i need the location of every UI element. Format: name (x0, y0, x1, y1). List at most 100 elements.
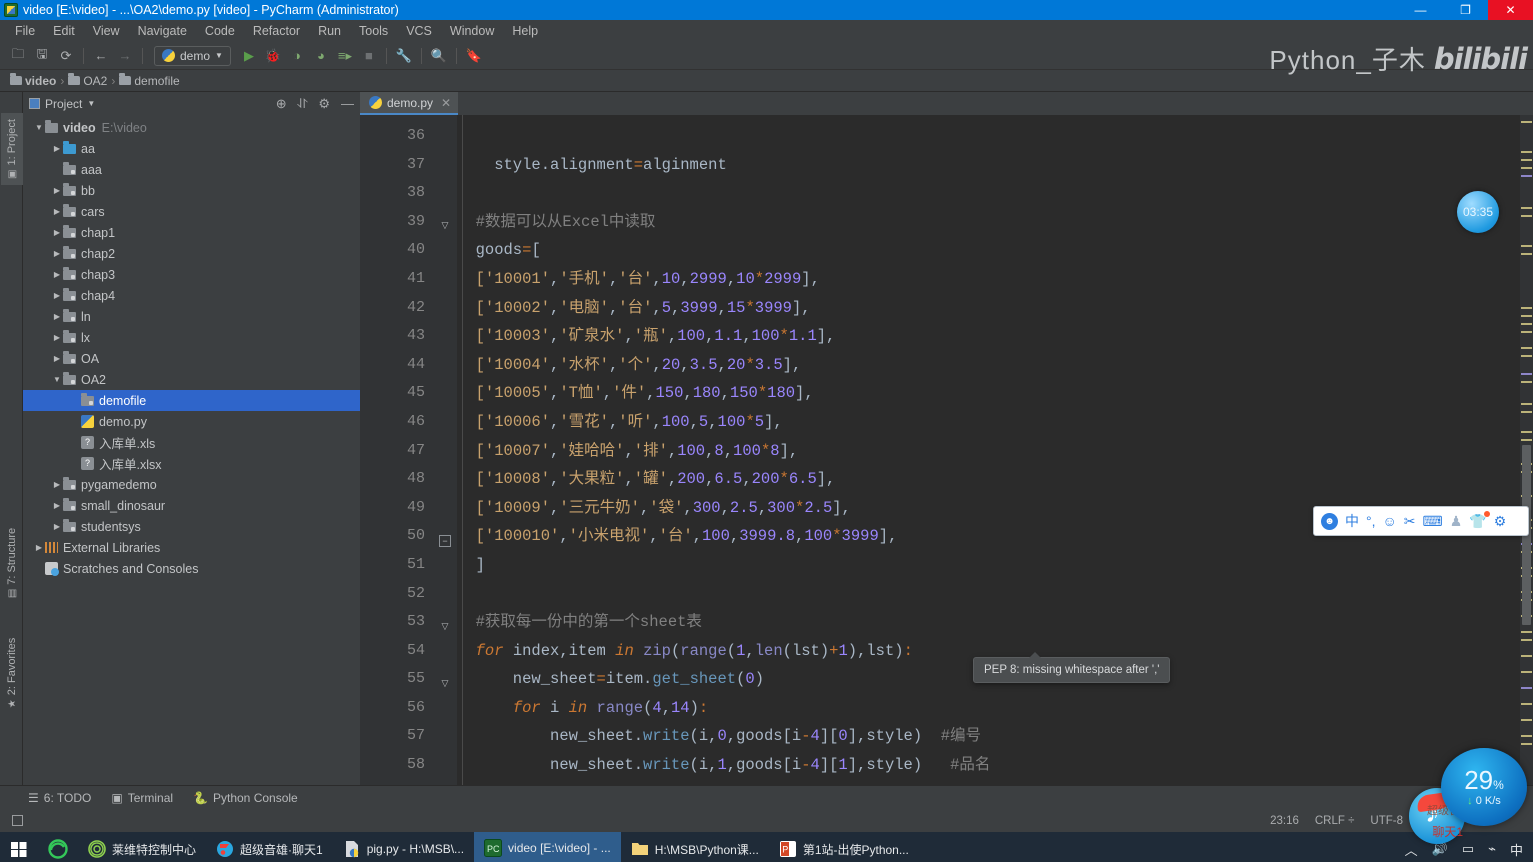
tool-window-python-console[interactable]: 🐍 Python Console (193, 791, 298, 805)
breadcrumb-item-oa2[interactable]: OA2 (68, 72, 107, 88)
tree-item-chap3[interactable]: ▶ chap3 (23, 264, 360, 285)
code-content[interactable]: style.alignment=alginment #数据可以从Excel中读取… (457, 115, 1520, 785)
run-icon[interactable]: ▶ (237, 45, 261, 67)
code-line[interactable]: ['10006','雪花','听',100,5,100*5], (457, 408, 1520, 437)
hide-icon[interactable]: — (341, 96, 354, 112)
locate-icon[interactable]: ⊕ (276, 96, 287, 112)
menu-item-refactor[interactable]: Refactor (244, 22, 309, 40)
menu-item-navigate[interactable]: Navigate (129, 22, 196, 40)
tree-item-oa[interactable]: ▶ OA (23, 348, 360, 369)
code-line[interactable]: new_sheet.write(i,1,goods[i-4][1],style)… (457, 751, 1520, 780)
code-line[interactable]: #数据可以从Excel中读取 (457, 208, 1520, 237)
taskbar-item-pycharm[interactable]: PC video [E:\video] - ... (474, 832, 621, 862)
code-line[interactable]: goods=[ (457, 236, 1520, 265)
menu-item-run[interactable]: Run (309, 22, 350, 40)
status-line-separator[interactable]: CRLF ÷ (1315, 815, 1355, 827)
project-tree[interactable]: ▼ video E:\video ▶ aa aaa ▶ bb ▶ cars ▶ chap1 ▶ chap… (23, 115, 360, 785)
taskbar-item-lewitt[interactable]: 莱维特控制中心 (78, 832, 206, 862)
chevron-right-icon[interactable]: ▶ (51, 354, 63, 363)
code-line[interactable] (457, 580, 1520, 609)
chevron-right-icon[interactable]: ▶ (51, 228, 63, 237)
chevron-right-icon[interactable]: ▶ (51, 270, 63, 279)
run-coverage-icon[interactable]: ◑ (285, 45, 309, 67)
collapse-all-icon[interactable]: ⥯ (298, 96, 308, 112)
chevron-right-icon[interactable]: ▶ (51, 144, 63, 153)
taskbar-item-music-chat[interactable]: 超级音雄·聊天1 (206, 832, 333, 862)
scissors-icon[interactable]: ✂ (1404, 513, 1416, 530)
keyboard-icon[interactable]: ⌨ (1423, 513, 1443, 530)
sogou-logo-icon[interactable]: ☻ (1321, 512, 1338, 530)
code-line[interactable]: new_sheet.write(i,0,goods[i-4][0],style)… (457, 722, 1520, 751)
forward-arrow-icon[interactable]: → (113, 45, 137, 67)
editor-scrollbar[interactable] (1520, 115, 1533, 785)
sidebar-item-structure[interactable]: ▤ 7: Structure (1, 527, 23, 599)
save-icon[interactable]: 🖫 (30, 45, 54, 67)
tree-item-xlsx[interactable]: ? 入库单.xlsx (23, 453, 360, 474)
chevron-right-icon[interactable]: ▶ (33, 543, 45, 552)
menu-item-edit[interactable]: Edit (44, 22, 84, 40)
close-button[interactable]: ✕ (1488, 0, 1533, 20)
code-line[interactable]: ['10007','娃哈哈','排',100,8,100*8], (457, 437, 1520, 466)
sync-icon[interactable]: ⟳ (54, 45, 78, 67)
tree-item-video[interactable]: ▼ video E:\video (23, 117, 360, 138)
wifi-icon[interactable]: ⌁ (1488, 841, 1496, 857)
run-dashboard-icon[interactable]: ≡▸ (333, 45, 357, 67)
tab-demo-py[interactable]: demo.py ✕ (360, 92, 459, 115)
chevron-down-icon[interactable]: ▼ (87, 99, 95, 108)
code-line[interactable]: #获取每一份中的第一个sheet表 (457, 608, 1520, 637)
tree-item-aaa[interactable]: aaa (23, 159, 360, 180)
code-folding-column[interactable]: ▽ − ▽ ▽ (435, 115, 457, 785)
maximize-button[interactable]: ❐ (1443, 0, 1488, 20)
tree-item-studentsys[interactable]: ▶ studentsys (23, 516, 360, 537)
status-encoding[interactable]: UTF-8 (1370, 815, 1403, 827)
tree-item-smalldinosaur[interactable]: ▶ small_dinosaur (23, 495, 360, 516)
tree-item-xls[interactable]: ? 入库单.xls (23, 432, 360, 453)
chevron-down-icon[interactable]: ▼ (33, 123, 45, 132)
minimize-button[interactable]: — (1398, 0, 1443, 20)
battery-icon[interactable]: ▭ (1462, 841, 1474, 857)
chevron-right-icon[interactable]: ▶ (51, 207, 63, 216)
sidebar-item-favorites[interactable]: ★ 2: Favorites (1, 637, 23, 709)
punctuation-icon[interactable]: °, (1366, 513, 1376, 529)
toggle-bookmark-icon[interactable]: 🔖 (462, 45, 486, 67)
ime-floating-toolbar[interactable]: ☻ 中 °, ☺ ✂ ⌨ ♟ 👕 ⚙ (1313, 506, 1529, 536)
gear-icon[interactable]: ⚙ (1494, 513, 1507, 530)
code-line[interactable]: ['10005','T恤','件',150,180,150*180], (457, 379, 1520, 408)
code-line[interactable] (457, 122, 1520, 151)
chevron-right-icon[interactable]: ▶ (51, 186, 63, 195)
taskbar-item-edge[interactable] (38, 832, 78, 862)
stop-icon[interactable]: ■ (357, 45, 381, 67)
sidebar-item-project[interactable]: ▣ 1: Project (1, 113, 23, 185)
tool-window-todo[interactable]: ☰ 6: TODO (28, 791, 91, 805)
tree-item-lx[interactable]: ▶ lx (23, 327, 360, 348)
tree-item-ln[interactable]: ▶ ln (23, 306, 360, 327)
close-icon[interactable]: ✕ (441, 96, 451, 110)
breadcrumb-item-demofile[interactable]: demofile (119, 72, 180, 88)
code-line[interactable]: ['10002','电脑','台',5,3999,15*3999], (457, 294, 1520, 323)
fold-toggle[interactable]: − (439, 535, 451, 547)
settings-wrench-icon[interactable]: 🔧 (392, 45, 416, 67)
menu-item-window[interactable]: Window (441, 22, 503, 40)
fold-toggle[interactable]: ▽ (439, 678, 451, 690)
open-folder-icon[interactable]: 🗀 (6, 45, 30, 67)
tree-item-chap2[interactable]: ▶ chap2 (23, 243, 360, 264)
code-line[interactable] (457, 179, 1520, 208)
network-monitor-widget[interactable]: 29% ↓ 0 K/s (1441, 748, 1527, 826)
tree-item-cars[interactable]: ▶ cars (23, 201, 360, 222)
taskbar-item-powerpoint[interactable]: P 第1站-出使Python... (769, 832, 919, 862)
chevron-right-icon[interactable]: ▶ (51, 522, 63, 531)
taskbar-item-pig-py[interactable]: pig.py - H:\MSB\... (333, 832, 474, 862)
menu-item-vcs[interactable]: VCS (397, 22, 441, 40)
tool-window-terminal[interactable]: ▣ Terminal (111, 791, 173, 805)
skin-shirt-icon[interactable]: 👕 (1469, 510, 1491, 530)
taskbar-item-folder[interactable]: H:\MSB\Python课... (621, 832, 769, 862)
menu-item-view[interactable]: View (84, 22, 129, 40)
tree-item-chap1[interactable]: ▶ chap1 (23, 222, 360, 243)
chevron-right-icon[interactable]: ▶ (51, 291, 63, 300)
chevron-right-icon[interactable]: ▶ (51, 501, 63, 510)
tree-item-oa2[interactable]: ▼ OA2 (23, 369, 360, 390)
chevron-up-icon[interactable]: ︿ (1405, 840, 1418, 859)
profile-icon[interactable]: ◕ (309, 45, 333, 67)
code-line[interactable]: ['10001','手机','台',10,2999,10*2999], (457, 265, 1520, 294)
tree-item-externallibraries[interactable]: ▶ External Libraries (23, 537, 360, 558)
